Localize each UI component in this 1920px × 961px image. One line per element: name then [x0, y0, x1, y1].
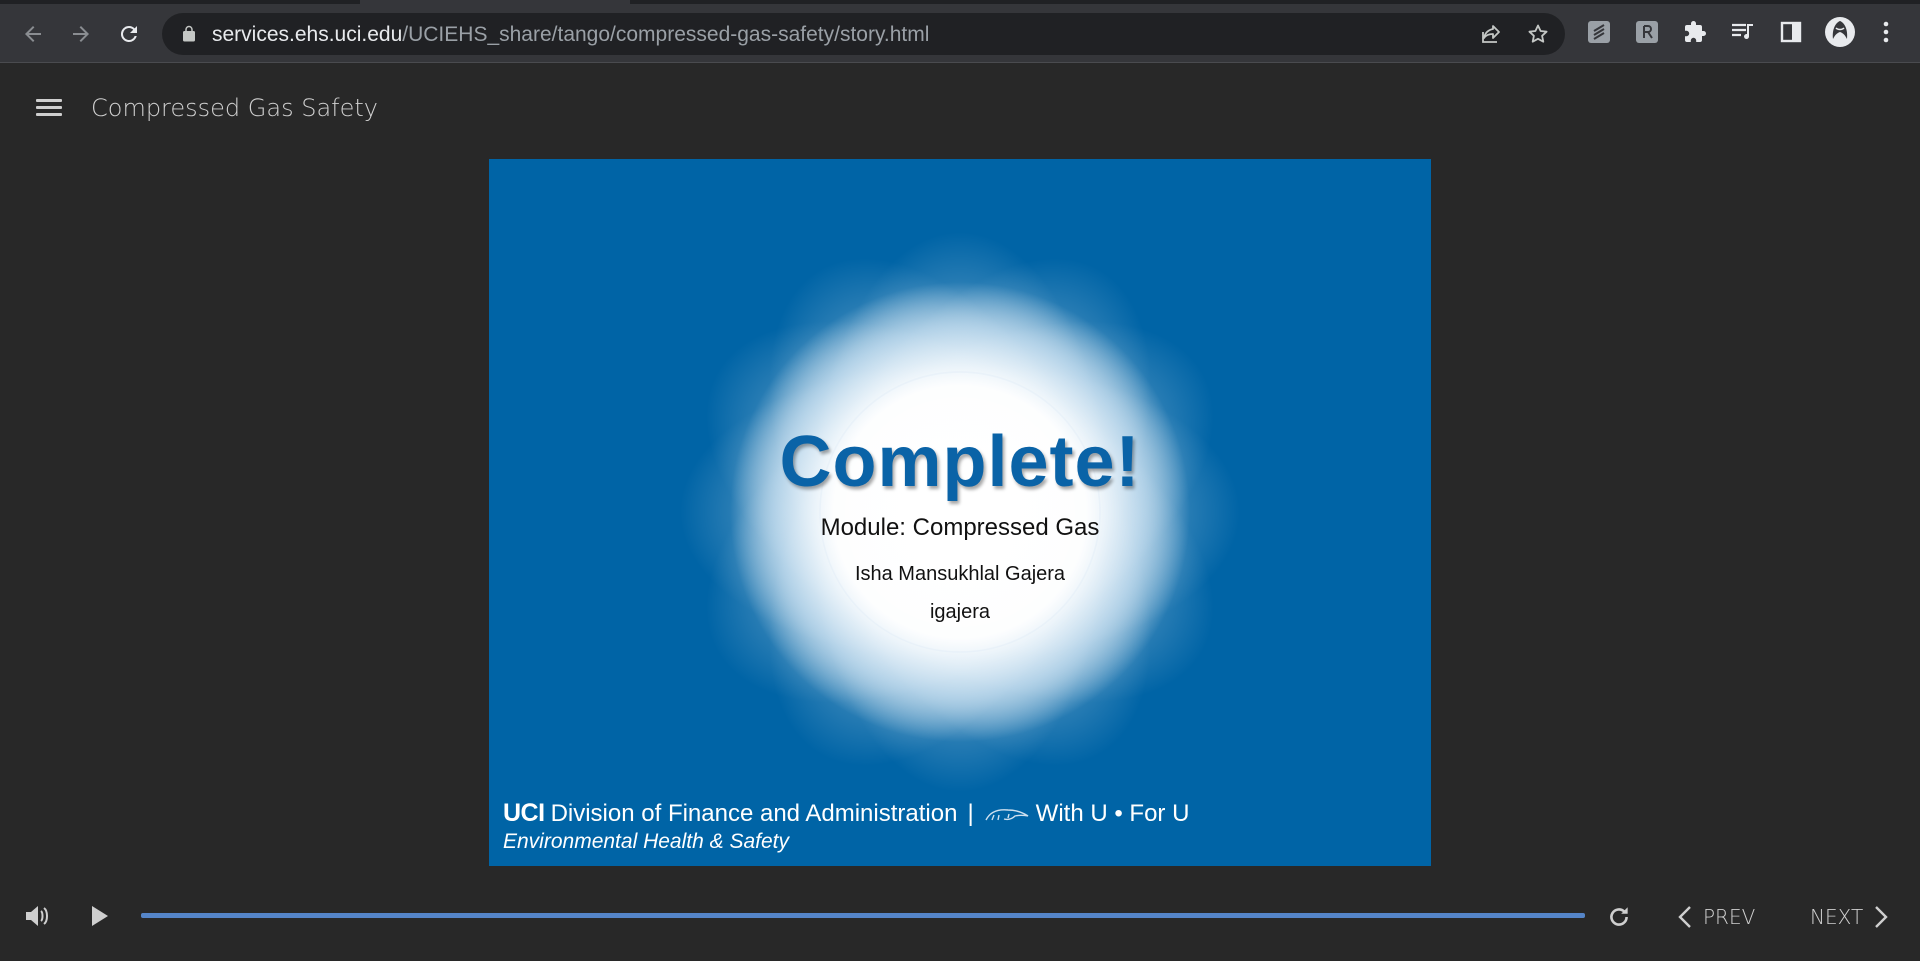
hamburger-icon-bar	[36, 106, 62, 109]
reload-icon	[120, 25, 137, 42]
extensions-button[interactable]	[1682, 19, 1708, 45]
share-icon[interactable]	[1479, 22, 1503, 46]
url-path: /UCIEHS_share/tango/compressed-gas-safet…	[402, 23, 930, 46]
menu-hamburger-button[interactable]	[36, 99, 64, 119]
course-title: Compressed Gas Safety	[91, 94, 379, 122]
module-name: Module: Compressed Gas	[820, 514, 1100, 541]
learner-name: Isha Mansukhlal Gajera	[854, 563, 1066, 585]
learner-username: igajera	[929, 601, 991, 623]
chevron-right-icon	[1875, 906, 1888, 928]
active-tab-edge	[360, 0, 630, 4]
speaker-icon	[26, 906, 48, 926]
back-icon	[25, 26, 41, 42]
reader-extension-icon	[1636, 21, 1658, 43]
extension-button-1[interactable]	[1586, 19, 1612, 45]
back-button[interactable]	[15, 16, 51, 52]
tagline-text: With U • For U	[1035, 799, 1190, 827]
prev-button[interactable]: PREV	[1677, 902, 1755, 932]
play-icon	[92, 906, 108, 926]
side-panel-icon	[1780, 21, 1802, 43]
next-label: NEXT	[1810, 905, 1864, 929]
profile-button[interactable]	[1824, 16, 1856, 48]
footer-org-line: UCI Division of Finance and Administrati…	[503, 799, 1189, 828]
anteater-logo-icon	[985, 808, 1029, 820]
course-header: Compressed Gas Safety	[0, 63, 1920, 153]
department-text: Environmental Health & Safety	[503, 830, 789, 853]
media-control-button[interactable]	[1730, 19, 1756, 45]
slide-canvas: Complete! Module: Compressed Gas Isha Ma…	[489, 159, 1431, 866]
address-bar[interactable]: services.ehs.uci.edu/UCIEHS_share/tango/…	[162, 13, 1565, 55]
url-host: services.ehs.uci.edu	[212, 23, 403, 46]
volume-button[interactable]	[24, 904, 52, 928]
profile-avatar-icon	[1825, 17, 1855, 47]
extension-button-2[interactable]	[1634, 19, 1660, 45]
reload-button[interactable]	[111, 16, 147, 52]
footer-divider: |	[967, 799, 974, 827]
chevron-left-icon	[1678, 906, 1691, 928]
play-button[interactable]	[90, 904, 110, 928]
slide-footer: UCI Division of Finance and Administrati…	[503, 799, 1189, 854]
uci-logo: UCI	[503, 799, 545, 827]
kebab-menu-icon	[1883, 21, 1889, 43]
forward-button[interactable]	[63, 16, 99, 52]
forward-icon	[73, 26, 89, 42]
division-text: Division of Finance and Administration	[550, 799, 958, 827]
completion-title: Complete!	[779, 422, 1141, 502]
tab-strip	[0, 0, 1920, 4]
side-panel-button[interactable]	[1778, 19, 1804, 45]
url-text[interactable]: services.ehs.uci.edu/UCIEHS_share/tango/…	[212, 24, 929, 45]
prev-label: PREV	[1703, 905, 1756, 929]
seek-bar[interactable]	[141, 913, 1585, 918]
hamburger-icon-bar	[36, 113, 62, 116]
seek-bar-progress	[141, 913, 1585, 918]
player-controls: PREV NEXT	[0, 880, 1920, 961]
media-control-icon	[1732, 23, 1753, 39]
browser-menu-button[interactable]	[1874, 19, 1898, 45]
hamburger-icon	[36, 99, 62, 102]
lock-icon[interactable]	[180, 25, 198, 43]
replay-button[interactable]	[1606, 904, 1632, 930]
starburst-graphic	[680, 232, 1240, 792]
next-button[interactable]: NEXT	[1810, 902, 1889, 932]
browser-toolbar: services.ehs.uci.edu/UCIEHS_share/tango/…	[0, 0, 1920, 63]
bookmark-star-icon[interactable]	[1526, 22, 1550, 46]
extension-icon	[1588, 21, 1610, 43]
puzzle-extensions-icon	[1685, 21, 1706, 42]
